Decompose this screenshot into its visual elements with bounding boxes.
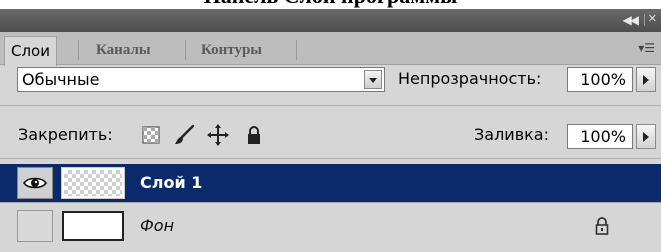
layer-thumbnail (61, 167, 125, 199)
fill-slider-arrow-icon[interactable] (636, 124, 656, 149)
row-divider (0, 202, 661, 203)
tab-separator (78, 40, 79, 60)
layer-row[interactable]: Фон (0, 207, 661, 245)
panel-menu-icon[interactable]: ▾☰ (638, 42, 655, 54)
blend-mode-value: Обычные (22, 70, 100, 89)
tab-separator (296, 40, 297, 60)
panel-tabs: Слои Каналы Контуры ▾☰ (0, 32, 661, 66)
layer-visibility-toggle[interactable] (17, 167, 53, 199)
opacity-field[interactable]: 100% (567, 67, 633, 92)
lock-all-icon[interactable] (246, 125, 262, 145)
fill-label: Заливка: (474, 125, 549, 144)
tab-paths[interactable]: Контуры (201, 36, 262, 64)
layer-name: Фон (140, 216, 175, 235)
opacity-label: Непрозрачность: (398, 69, 542, 88)
fill-value: 100% (580, 127, 626, 146)
chevron-down-icon[interactable] (364, 70, 382, 89)
tab-layers[interactable]: Слои (4, 36, 57, 66)
titlebar-separator (644, 14, 645, 26)
lock-transparent-pixels-icon[interactable] (142, 126, 160, 144)
fill-field[interactable]: 100% (567, 124, 633, 149)
layer-row[interactable]: Слой 1 (0, 164, 661, 202)
close-icon[interactable]: ✕ (648, 12, 657, 26)
opacity-value: 100% (580, 70, 626, 89)
lock-label: Закрепить: (18, 125, 113, 144)
blend-mode-select[interactable]: Обычные (17, 67, 385, 92)
layer-thumbnail (62, 211, 124, 241)
tab-channels[interactable]: Каналы (96, 36, 151, 64)
lock-icon (595, 217, 609, 235)
layer-visibility-toggle[interactable] (17, 210, 53, 242)
opacity-slider-arrow-icon[interactable] (636, 67, 656, 92)
page-caption: Панель Слои программы (0, 0, 661, 8)
lock-image-pixels-icon[interactable] (173, 124, 195, 146)
tab-separator (185, 40, 186, 60)
layers-panel: ◀◀ ✕ Слои Каналы Контуры ▾☰ Обычные Непр… (0, 9, 661, 252)
double-chevron-left-icon[interactable]: ◀◀ (623, 13, 640, 27)
lock-position-icon[interactable] (207, 124, 229, 146)
eye-icon (23, 177, 47, 189)
panel-titlebar: ◀◀ ✕ (0, 9, 661, 32)
divider (0, 105, 661, 106)
layer-name: Слой 1 (140, 173, 203, 192)
divider (0, 158, 661, 159)
